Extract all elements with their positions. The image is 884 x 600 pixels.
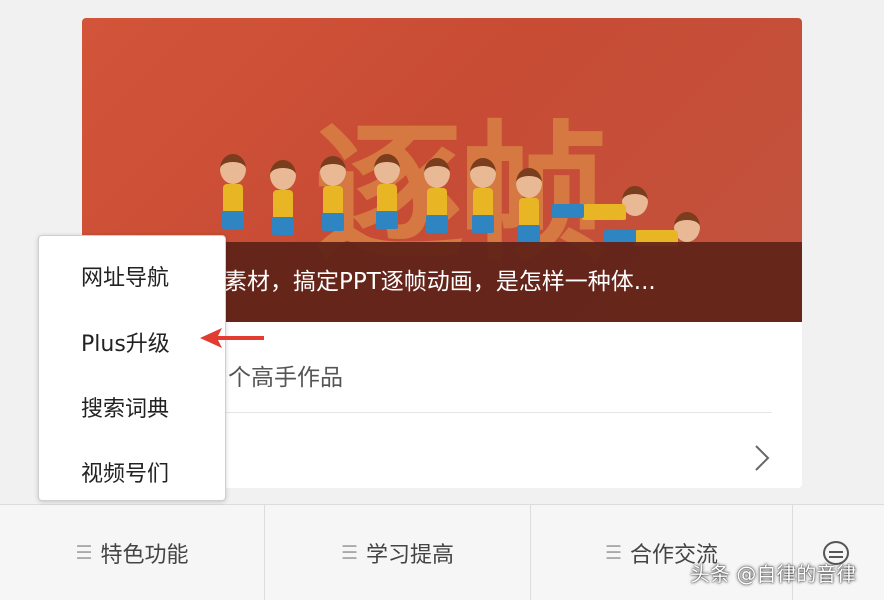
menu-tab-label: 学习提高 [366, 543, 455, 568]
menu-tab-features[interactable]: ☰ 特色功能 [0, 505, 265, 600]
menu-icon: ☰ [604, 542, 623, 564]
submenu-item-site-nav[interactable]: 网址导航 [81, 260, 169, 292]
article-title[interactable]: 素材，搞定PPT逐帧动画，是怎样一种体... [224, 262, 656, 296]
submenu-item-dictionary[interactable]: 搜索词典 [81, 391, 169, 423]
submenu-item-plus-upgrade[interactable]: Plus升级 [81, 326, 170, 358]
article-subtitle[interactable]: 个高手作品 [228, 358, 343, 392]
red-arrow-annotation [200, 328, 264, 348]
menu-tab-label: 特色功能 [100, 543, 189, 568]
menu-tab-learning[interactable]: ☰ 学习提高 [265, 505, 531, 600]
popup-submenu: 网址导航 Plus升级 搜索词典 视频号们 [38, 235, 226, 501]
chevron-right-icon[interactable] [754, 444, 770, 478]
menu-icon: ☰ [75, 542, 93, 564]
submenu-item-video-accounts[interactable]: 视频号们 [81, 456, 169, 488]
menu-icon: ☰ [340, 542, 359, 564]
divider [212, 412, 772, 413]
watermark: 头条 @自律的音律 [690, 562, 857, 586]
